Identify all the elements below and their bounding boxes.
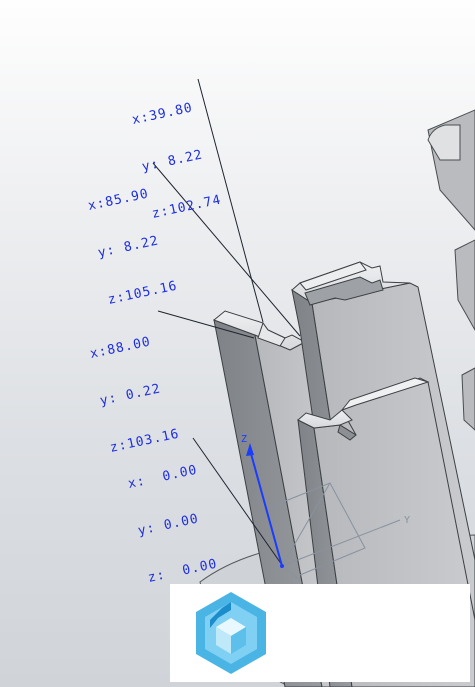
coord-x: x:88.00 bbox=[88, 334, 153, 362]
watermark-overlay bbox=[170, 584, 470, 682]
coord-x: x:39.80 bbox=[130, 100, 195, 128]
y-axis-label: Y bbox=[404, 515, 410, 526]
coord-x: x: 0.00 bbox=[126, 462, 199, 492]
coord-y: y: 0.22 bbox=[98, 381, 163, 409]
coord-z: z: 0.00 bbox=[146, 556, 219, 586]
z-axis-label: Z bbox=[241, 434, 247, 445]
coord-y: y: 0.00 bbox=[136, 511, 201, 539]
coord-y: y: 8.22 bbox=[96, 233, 161, 261]
model-viewport[interactable]: Z Y x:39.80 y: 8.22 z:102.74 x:85.90 y: … bbox=[0, 0, 475, 687]
cube-hexagon-logo-icon bbox=[196, 592, 266, 674]
coord-x: x:85.90 bbox=[86, 186, 151, 214]
